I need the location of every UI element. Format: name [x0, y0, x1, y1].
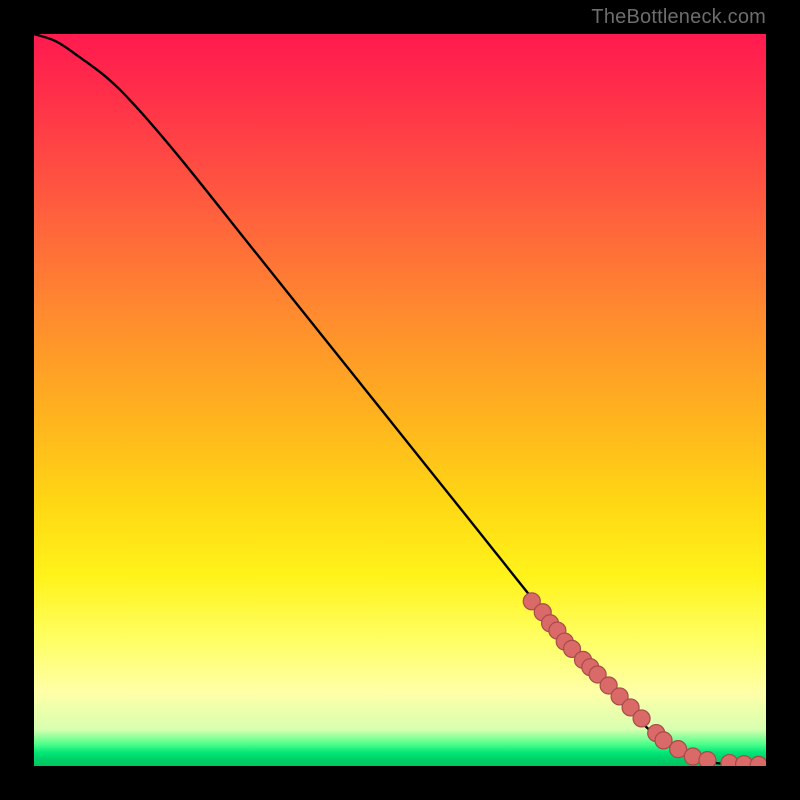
data-point: [633, 710, 650, 727]
data-points: [523, 593, 766, 766]
data-point: [750, 756, 766, 766]
data-point: [699, 752, 716, 766]
chart-overlay: [34, 34, 766, 766]
plot-area: [34, 34, 766, 766]
data-point: [655, 732, 672, 749]
bottleneck-curve: [34, 34, 766, 765]
chart-frame: TheBottleneck.com: [0, 0, 800, 800]
attribution-label: TheBottleneck.com: [591, 6, 766, 29]
